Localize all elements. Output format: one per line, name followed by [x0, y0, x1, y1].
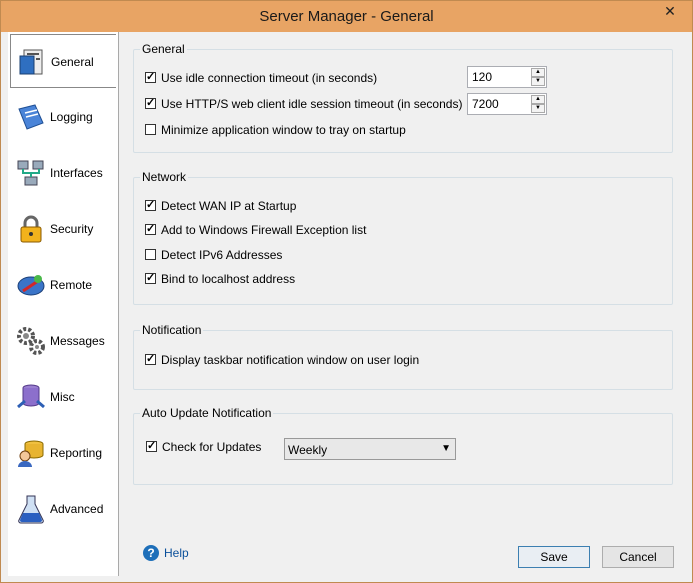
sidebar-item-messages[interactable]: Messages — [10, 314, 116, 368]
sidebar-item-label: Security — [50, 222, 94, 236]
close-icon: ✕ — [664, 3, 676, 19]
group-title: Notification — [140, 323, 204, 337]
web-timeout-label: Use HTTP/S web client idle session timeo… — [161, 97, 463, 111]
group-title: General — [140, 42, 187, 56]
detect-ipv6-label: Detect IPv6 Addresses — [161, 248, 283, 262]
spin-up-button[interactable]: ▲ — [531, 68, 545, 77]
sidebar-item-label: General — [51, 55, 94, 69]
sidebar-item-interfaces[interactable]: Interfaces — [10, 146, 116, 200]
sidebar-item-label: Reporting — [50, 446, 103, 460]
display-taskbar-label: Display taskbar notification window on u… — [161, 353, 420, 367]
idle-timeout-label: Use idle connection timeout (in seconds) — [161, 71, 378, 85]
sidebar-item-label: Messages — [50, 334, 105, 348]
bind-localhost-label: Bind to localhost address — [161, 272, 296, 286]
flask-icon — [18, 495, 44, 524]
group-title: Network — [140, 170, 189, 184]
detect-wan-checkbox[interactable]: ✓ — [145, 200, 156, 211]
web-timeout-checkbox[interactable]: ✓ — [145, 98, 156, 109]
misc-icon — [17, 384, 45, 409]
minimize-tray-label: Minimize application window to tray on s… — [161, 123, 406, 137]
idle-timeout-spinner[interactable]: ▲ ▼ — [467, 66, 547, 88]
chevron-down-icon: ▼ — [441, 443, 451, 454]
sidebar-item-reporting[interactable]: Reporting — [10, 426, 116, 480]
help-label: Help — [164, 546, 189, 560]
detect-ipv6-checkbox[interactable] — [145, 249, 156, 260]
minimize-tray-checkbox[interactable] — [145, 124, 156, 135]
detect-wan-label: Detect WAN IP at Startup — [161, 199, 297, 213]
network-group: Network ✓ Detect WAN IP at Startup ✓ Add… — [133, 170, 673, 305]
client-area: General Logging Interfaces Security Remo… — [8, 32, 685, 576]
spin-down-button[interactable]: ▼ — [531, 77, 545, 86]
notification-group: Notification ✓ Display taskbar notificat… — [133, 323, 673, 390]
lock-icon — [20, 215, 42, 243]
idle-timeout-input[interactable] — [472, 70, 527, 84]
reporting-icon — [18, 440, 44, 467]
window-title: Server Manager - General — [259, 8, 434, 25]
sidebar-item-label: Advanced — [50, 502, 104, 516]
idle-timeout-checkbox[interactable]: ✓ — [145, 72, 156, 83]
spin-down-button[interactable]: ▼ — [531, 104, 545, 113]
bind-localhost-checkbox[interactable]: ✓ — [145, 273, 156, 284]
web-timeout-input[interactable] — [472, 97, 527, 111]
check-updates-checkbox[interactable]: ✓ — [146, 441, 157, 452]
app-window: Server Manager - General ✕ General Loggi… — [0, 0, 693, 583]
help-icon: ? — [143, 545, 159, 561]
cancel-button[interactable]: Cancel — [602, 546, 674, 568]
sidebar-item-security[interactable]: Security — [10, 202, 116, 256]
sidebar-item-misc[interactable]: Misc — [10, 370, 116, 424]
title-bar[interactable]: Server Manager - General ✕ — [1, 1, 692, 32]
save-button[interactable]: Save — [518, 546, 590, 568]
check-updates-label: Check for Updates — [162, 440, 262, 454]
update-frequency-select[interactable]: Weekly ▼ — [284, 438, 456, 460]
sidebar-item-remote[interactable]: Remote — [10, 258, 116, 312]
remote-icon — [17, 275, 45, 296]
interfaces-icon — [17, 160, 44, 186]
sidebar-item-general[interactable]: General — [10, 34, 116, 88]
sidebar-item-advanced[interactable]: Advanced — [10, 482, 116, 536]
web-timeout-spinner[interactable]: ▲ ▼ — [467, 93, 547, 115]
gears-icon — [17, 327, 45, 355]
firewall-exception-checkbox[interactable]: ✓ — [145, 224, 156, 235]
sidebar-item-label: Remote — [50, 278, 93, 292]
logging-icon — [18, 104, 44, 130]
update-frequency-value: Weekly — [288, 443, 328, 457]
general-group: General ✓ Use idle connection timeout (i… — [133, 42, 673, 153]
group-title: Auto Update Notification — [140, 406, 274, 420]
sidebar: General Logging Interfaces Security Remo… — [8, 32, 119, 576]
display-taskbar-checkbox[interactable]: ✓ — [145, 354, 156, 365]
sidebar-item-label: Logging — [50, 110, 93, 124]
close-button[interactable]: ✕ — [656, 1, 684, 21]
spin-up-button[interactable]: ▲ — [531, 95, 545, 104]
sidebar-item-logging[interactable]: Logging — [10, 90, 116, 144]
firewall-exception-label: Add to Windows Firewall Exception list — [161, 223, 367, 237]
auto-update-group: Auto Update Notification ✓ Check for Upd… — [133, 406, 673, 485]
general-icon — [19, 49, 43, 75]
sidebar-item-label: Interfaces — [50, 166, 103, 180]
sidebar-item-label: Misc — [50, 390, 75, 404]
